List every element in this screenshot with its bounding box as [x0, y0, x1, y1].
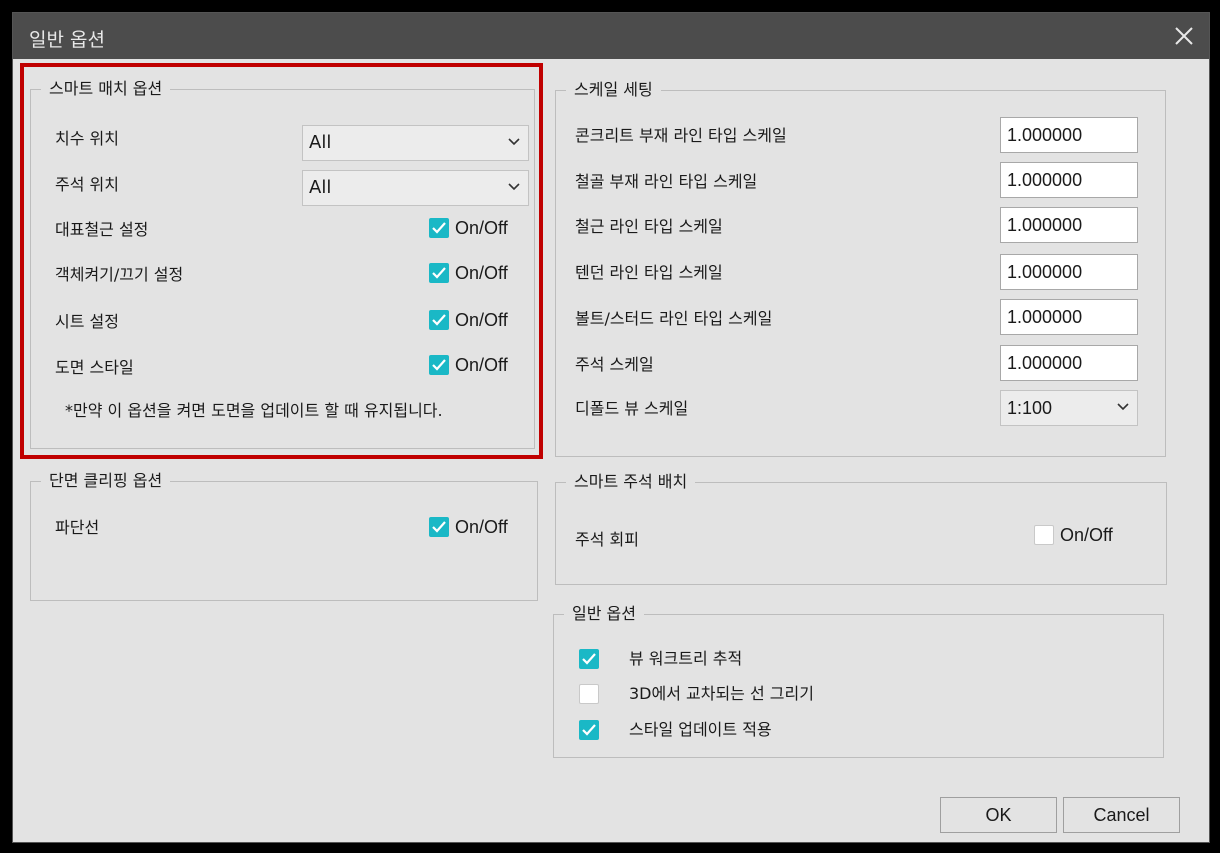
chevron-down-icon	[508, 183, 520, 191]
checkbox-unchecked-icon	[579, 684, 599, 704]
representative-rebar-label: 대표철근 설정	[55, 220, 149, 239]
toggle-text: On/Off	[1060, 525, 1113, 545]
checkbox-checked-icon	[429, 263, 449, 283]
checkbox-checked-icon	[429, 218, 449, 238]
section-clipping-group: 단면 클리핑 옵션	[30, 471, 538, 601]
dimension-position-label: 치수 위치	[55, 129, 119, 148]
smart-match-note: *만약 이 옵션을 켜면 도면을 업데이트 할 때 유지됩니다.	[65, 401, 443, 420]
checkbox-checked-icon	[429, 517, 449, 537]
rebar-linetype-scale-label: 철근 라인 타입 스케일	[575, 217, 723, 236]
apply-style-update-option[interactable]: 스타일 업데이트 적용	[579, 719, 879, 741]
tendon-linetype-scale-input[interactable]: 1.000000	[1000, 254, 1138, 290]
dimension-position-value: All	[309, 132, 332, 153]
options-dialog: 일반 옵션 스마트 매치 옵션 치수 위치 All 주석 위치 All 대표철근…	[12, 12, 1210, 843]
chevron-down-icon	[508, 138, 520, 146]
default-view-scale-label: 디폴드 뷰 스케일	[575, 399, 689, 418]
checkbox-checked-icon	[429, 355, 449, 375]
view-worktree-tracking-label: 뷰 워크트리 추적	[629, 649, 743, 668]
tendon-linetype-scale-label: 텐던 라인 타입 스케일	[575, 263, 723, 282]
annotation-avoid-label: 주석 회피	[575, 530, 639, 549]
smart-annotation-title: 스마트 주석 배치	[566, 472, 696, 492]
steel-linetype-scale-label: 철골 부재 라인 타입 스케일	[575, 172, 758, 191]
representative-rebar-toggle[interactable]: On/Off	[429, 217, 539, 239]
annotation-avoid-toggle[interactable]: On/Off	[1034, 524, 1144, 546]
steel-linetype-scale-input[interactable]: 1.000000	[1000, 162, 1138, 198]
ok-button[interactable]: OK	[940, 797, 1057, 833]
chevron-down-icon	[1117, 403, 1129, 411]
default-view-scale-value: 1:100	[1007, 398, 1053, 418]
sheet-settings-label: 시트 설정	[55, 312, 119, 331]
toggle-text: On/Off	[455, 263, 508, 283]
bolt-linetype-scale-label: 볼트/스터드 라인 타입 스케일	[575, 309, 773, 328]
view-worktree-tracking-option[interactable]: 뷰 워크트리 추적	[579, 648, 879, 670]
close-icon	[1175, 27, 1193, 45]
concrete-linetype-scale-input[interactable]: 1.000000	[1000, 117, 1138, 153]
close-button[interactable]	[1159, 13, 1209, 59]
bolt-linetype-scale-input[interactable]: 1.000000	[1000, 299, 1138, 335]
dimension-position-select[interactable]: All	[302, 125, 529, 161]
window-title: 일반 옵션	[29, 29, 105, 51]
checkbox-checked-icon	[579, 649, 599, 669]
draw-intersecting-lines-label: 3D에서 교차되는 선 그리기	[629, 684, 814, 703]
object-visibility-label: 객체켜기/끄기 설정	[55, 265, 184, 284]
break-line-toggle[interactable]: On/Off	[429, 516, 539, 538]
object-visibility-toggle[interactable]: On/Off	[429, 262, 539, 284]
annotation-scale-label: 주석 스케일	[575, 355, 654, 374]
annotation-scale-input[interactable]: 1.000000	[1000, 345, 1138, 381]
annotation-position-select[interactable]: All	[302, 170, 529, 206]
drawing-style-toggle[interactable]: On/Off	[429, 354, 539, 376]
title-bar[interactable]: 일반 옵션	[13, 13, 1209, 59]
general-options-title: 일반 옵션	[564, 604, 644, 624]
toggle-text: On/Off	[455, 310, 508, 330]
apply-style-update-label: 스타일 업데이트 적용	[629, 720, 772, 739]
sheet-settings-toggle[interactable]: On/Off	[429, 309, 539, 331]
toggle-text: On/Off	[455, 218, 508, 238]
annotation-position-value: All	[309, 177, 332, 198]
scale-settings-title: 스케일 세팅	[566, 80, 661, 100]
break-line-label: 파단선	[55, 518, 100, 537]
checkbox-checked-icon	[579, 720, 599, 740]
annotation-position-label: 주석 위치	[55, 175, 119, 194]
drawing-style-label: 도면 스타일	[55, 358, 134, 377]
checkbox-checked-icon	[429, 310, 449, 330]
section-clipping-title: 단면 클리핑 옵션	[41, 471, 171, 491]
rebar-linetype-scale-input[interactable]: 1.000000	[1000, 207, 1138, 243]
checkbox-unchecked-icon	[1034, 525, 1054, 545]
toggle-text: On/Off	[455, 517, 508, 537]
toggle-text: On/Off	[455, 355, 508, 375]
default-view-scale-select[interactable]: 1:100	[1000, 390, 1138, 426]
concrete-linetype-scale-label: 콘크리트 부재 라인 타입 스케일	[575, 126, 787, 145]
cancel-button[interactable]: Cancel	[1063, 797, 1180, 833]
draw-intersecting-lines-option[interactable]: 3D에서 교차되는 선 그리기	[579, 683, 879, 705]
smart-match-title: 스마트 매치 옵션	[41, 79, 171, 99]
